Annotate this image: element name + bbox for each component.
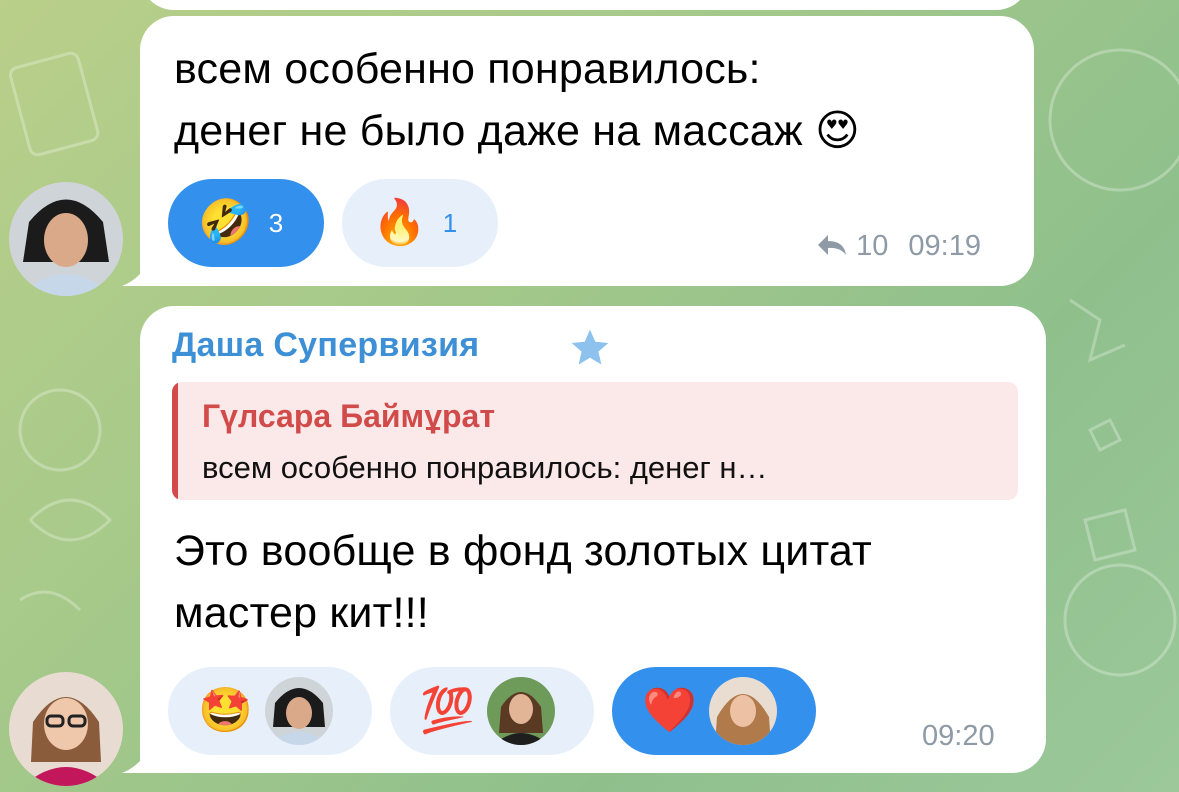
reaction-heart[interactable]: ❤️ xyxy=(612,667,816,755)
sender-avatar[interactable] xyxy=(9,182,123,296)
message-time: 09:19 xyxy=(908,230,981,262)
reaction-count: 1 xyxy=(442,207,458,238)
red-heart-emoji: ❤️ xyxy=(642,686,697,735)
avatar-photo xyxy=(9,182,123,296)
sender-name[interactable]: Даша Супервизия xyxy=(172,326,479,365)
reply-author: Гүлсара Баймұрат xyxy=(202,398,496,434)
previous-message-bubble xyxy=(140,0,1030,10)
message-time: 09:20 xyxy=(922,720,995,752)
forward-count: 10 xyxy=(856,230,889,262)
reactor-avatar xyxy=(708,677,777,745)
reactor-avatar xyxy=(486,677,555,745)
reaction-star-struck[interactable]: 🤩 xyxy=(168,667,372,755)
reaction-fire[interactable]: 🔥 1 xyxy=(342,179,498,267)
message-bubble[interactable]: всем особенно понравилось: денег не было… xyxy=(122,16,1034,286)
hundred-points-emoji: 💯 xyxy=(420,686,475,735)
reaction-count: 3 xyxy=(268,207,284,238)
avatar-photo xyxy=(9,672,123,786)
reactor-avatar xyxy=(264,677,333,745)
reply-snippet: всем особенно понравилось: денег н… xyxy=(202,450,768,485)
star-struck-emoji: 🤩 xyxy=(198,686,253,735)
fire-emoji: 🔥 xyxy=(372,198,427,247)
message-text: Это вообще в фонд золотых цитат мастер к… xyxy=(174,527,872,637)
smiling-heart-eyes-emoji: 😍 xyxy=(815,107,861,155)
message-text: всем особенно понравилось: денег не было… xyxy=(174,45,861,155)
bubble-tail xyxy=(122,743,152,773)
message-meta: 10 09:19 xyxy=(816,230,981,263)
sender-avatar[interactable] xyxy=(9,672,123,786)
message-bubble[interactable]: Даша Супервизия Гүлсара Баймұрат всем ос… xyxy=(122,306,1046,773)
reply-quote[interactable]: Гүлсара Баймұрат всем особенно понравило… xyxy=(172,382,1018,500)
rofl-emoji: 🤣 xyxy=(198,198,253,247)
reply-arrow-icon xyxy=(818,235,846,255)
bubble-tail xyxy=(122,256,152,286)
reply-quote-bar xyxy=(172,382,178,500)
star-icon xyxy=(571,329,609,365)
reaction-hundred[interactable]: 💯 xyxy=(390,667,594,755)
reaction-rofl[interactable]: 🤣 3 xyxy=(168,179,324,267)
